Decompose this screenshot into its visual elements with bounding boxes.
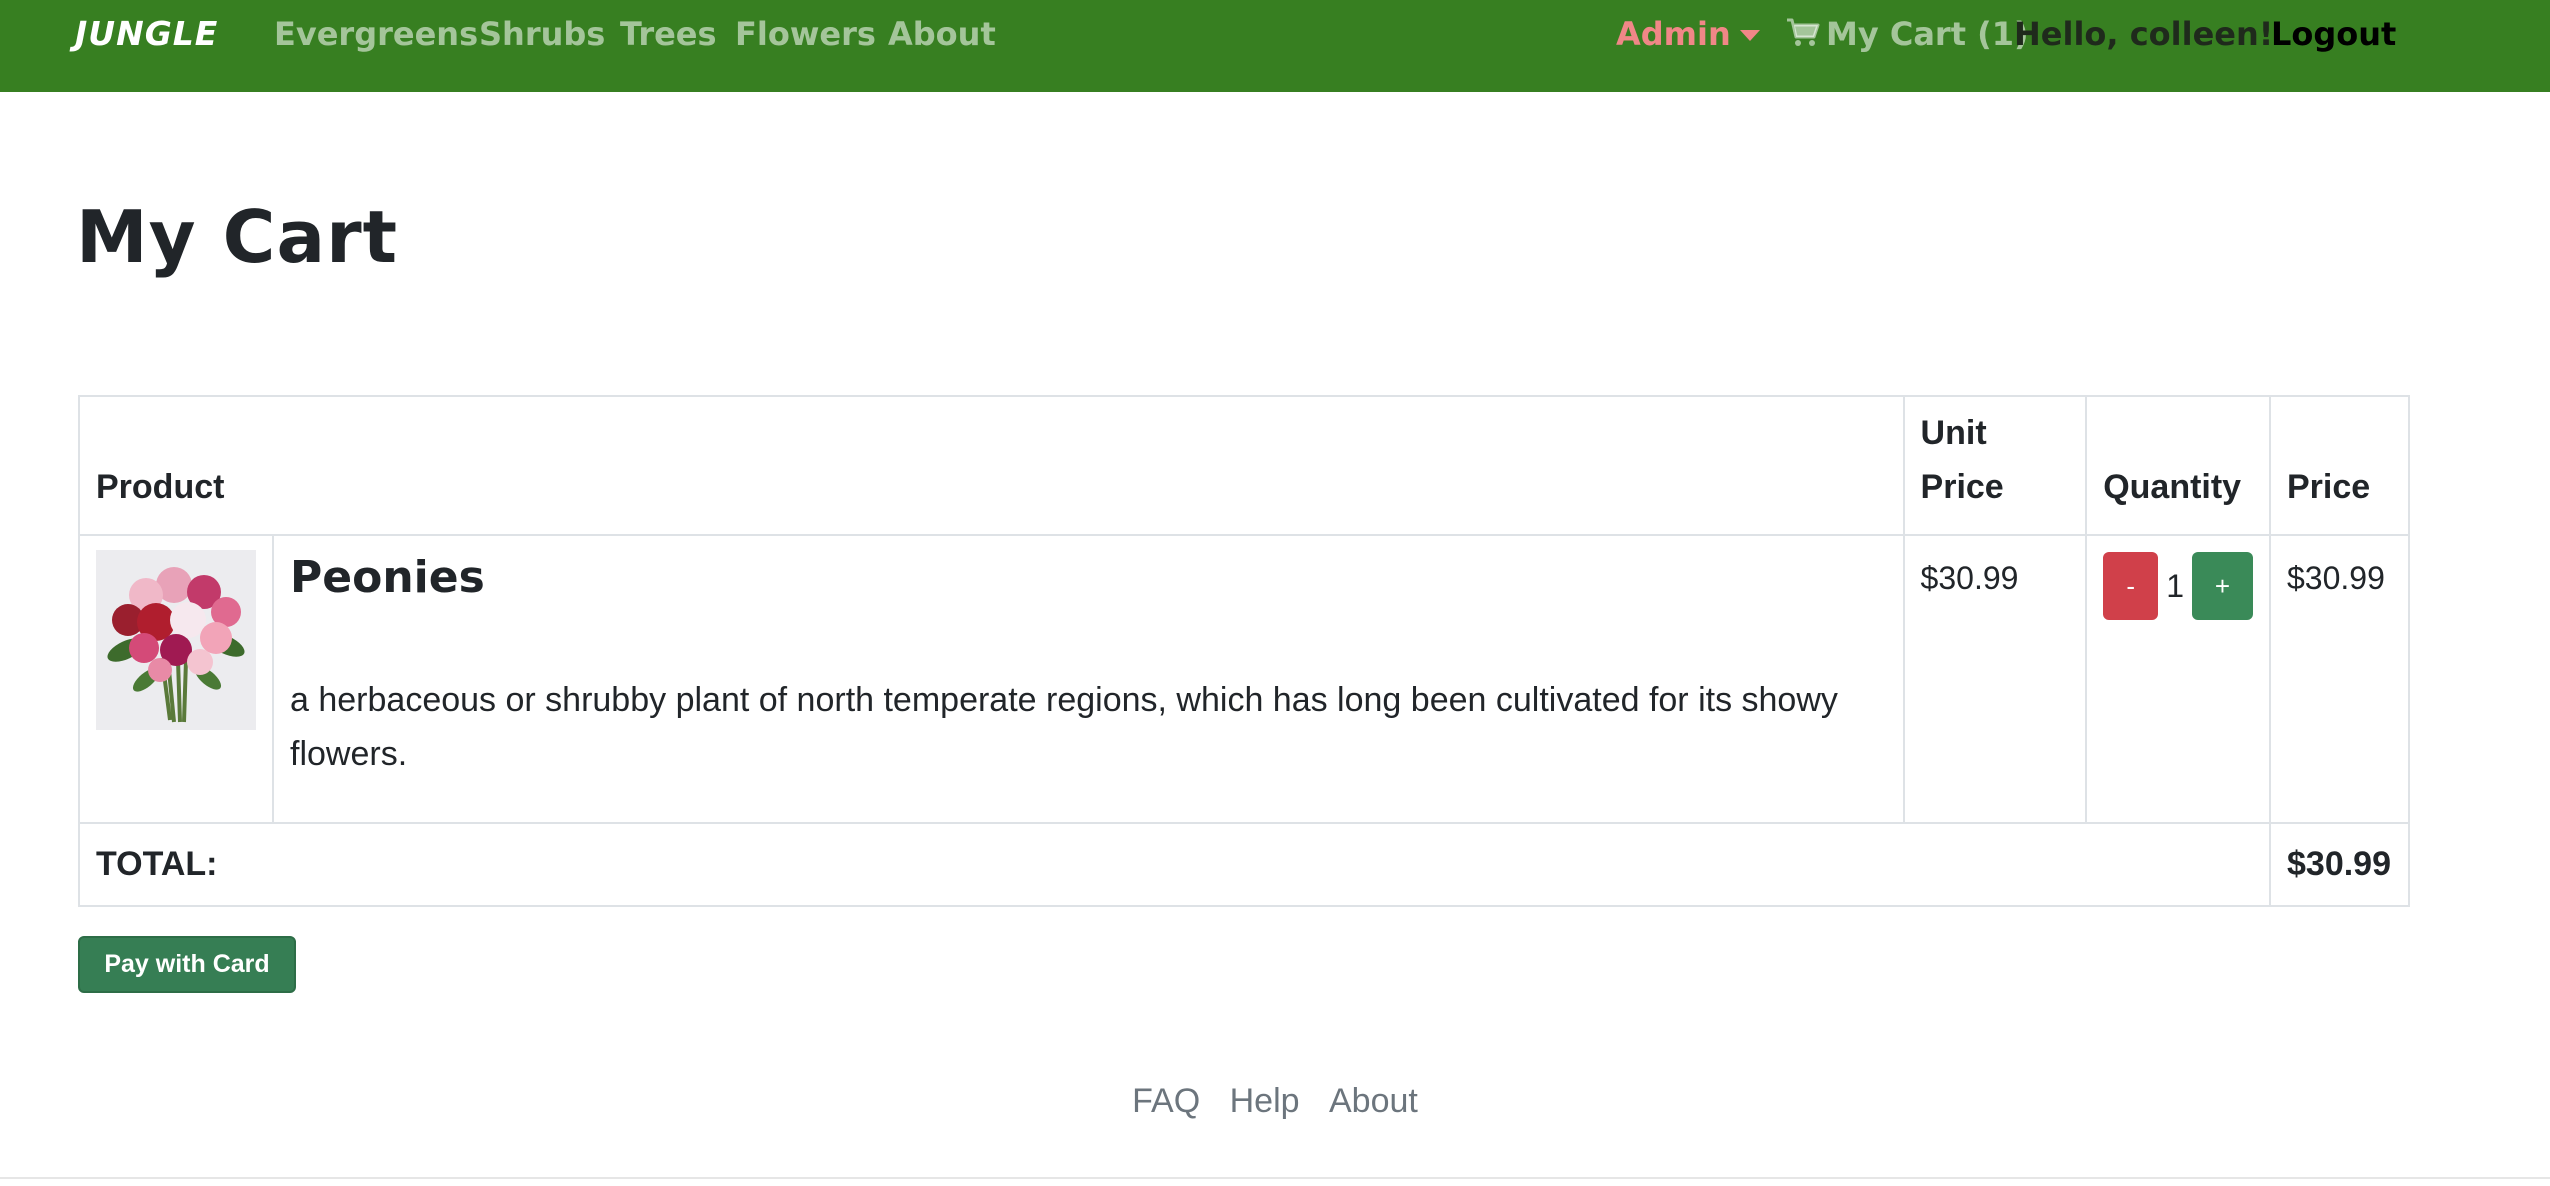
nav-link-shrubs[interactable]: Shrubs [479,15,605,53]
admin-dropdown[interactable]: Admin [1616,15,1760,53]
decrement-quantity-button[interactable]: - [2103,552,2159,620]
quantity-cell: - 1 + [2085,534,2271,824]
quantity-stepper: - 1 + [2103,552,2253,620]
unit-price-value: $30.99 [1920,560,2019,596]
total-value: $30.99 [2269,822,2410,907]
peonies-bouquet-image[interactable] [96,550,256,730]
product-image-cell [78,534,274,824]
my-cart-label: My Cart (1) [1826,15,2029,53]
chevron-down-icon [1740,30,1760,41]
header-quantity: Quantity [2085,395,2271,536]
logout-link[interactable]: Logout [2271,15,2396,53]
user-greeting: Hello, colleen! [2014,15,2274,53]
brand-logo[interactable]: JUNGLE [75,14,218,53]
product-details-cell: Peonies a herbaceous or shrubby plant of… [272,534,1905,824]
cart-table: Product Unit Price Quantity Price Peonie… [78,395,2410,907]
line-price-value: $30.99 [2287,560,2385,596]
footer-link-help[interactable]: Help [1230,1082,1300,1120]
header-unit-price: Unit Price [1902,395,2088,536]
page-title: My Cart [76,195,398,279]
nav-link-flowers[interactable]: Flowers [735,15,876,53]
header-product: Product [78,395,1905,536]
quantity-value: 1 [2166,567,2184,604]
increment-quantity-button[interactable]: + [2192,552,2253,620]
table-row: Peonies a herbaceous or shrubby plant of… [78,534,2410,824]
top-navbar: JUNGLE Evergreens Shrubs Trees Flowers A… [0,0,2550,92]
unit-price-cell: $30.99 [1902,534,2088,824]
total-label: TOTAL: [78,822,2271,907]
nav-link-about[interactable]: About [888,15,996,53]
total-row: TOTAL: $30.99 [78,822,2410,907]
footer-links: FAQ Help About [0,1082,2550,1121]
line-price-cell: $30.99 [2269,534,2410,824]
admin-label: Admin [1616,15,1731,53]
nav-link-evergreens[interactable]: Evergreens [274,15,478,53]
product-description: a herbaceous or shrubby plant of north t… [290,681,1838,773]
footer-divider [0,1177,2550,1179]
shopping-cart-icon [1786,17,1820,47]
footer-link-faq[interactable]: FAQ [1132,1082,1200,1120]
my-cart-link[interactable]: My Cart (1) [1786,15,2029,53]
nav-link-trees[interactable]: Trees [620,15,717,53]
table-header-row: Product Unit Price Quantity Price [78,395,2410,536]
footer-link-about[interactable]: About [1329,1082,1418,1120]
pay-with-card-button[interactable]: Pay with Card [78,936,296,993]
header-price: Price [2269,395,2410,536]
product-name[interactable]: Peonies [290,552,1887,603]
